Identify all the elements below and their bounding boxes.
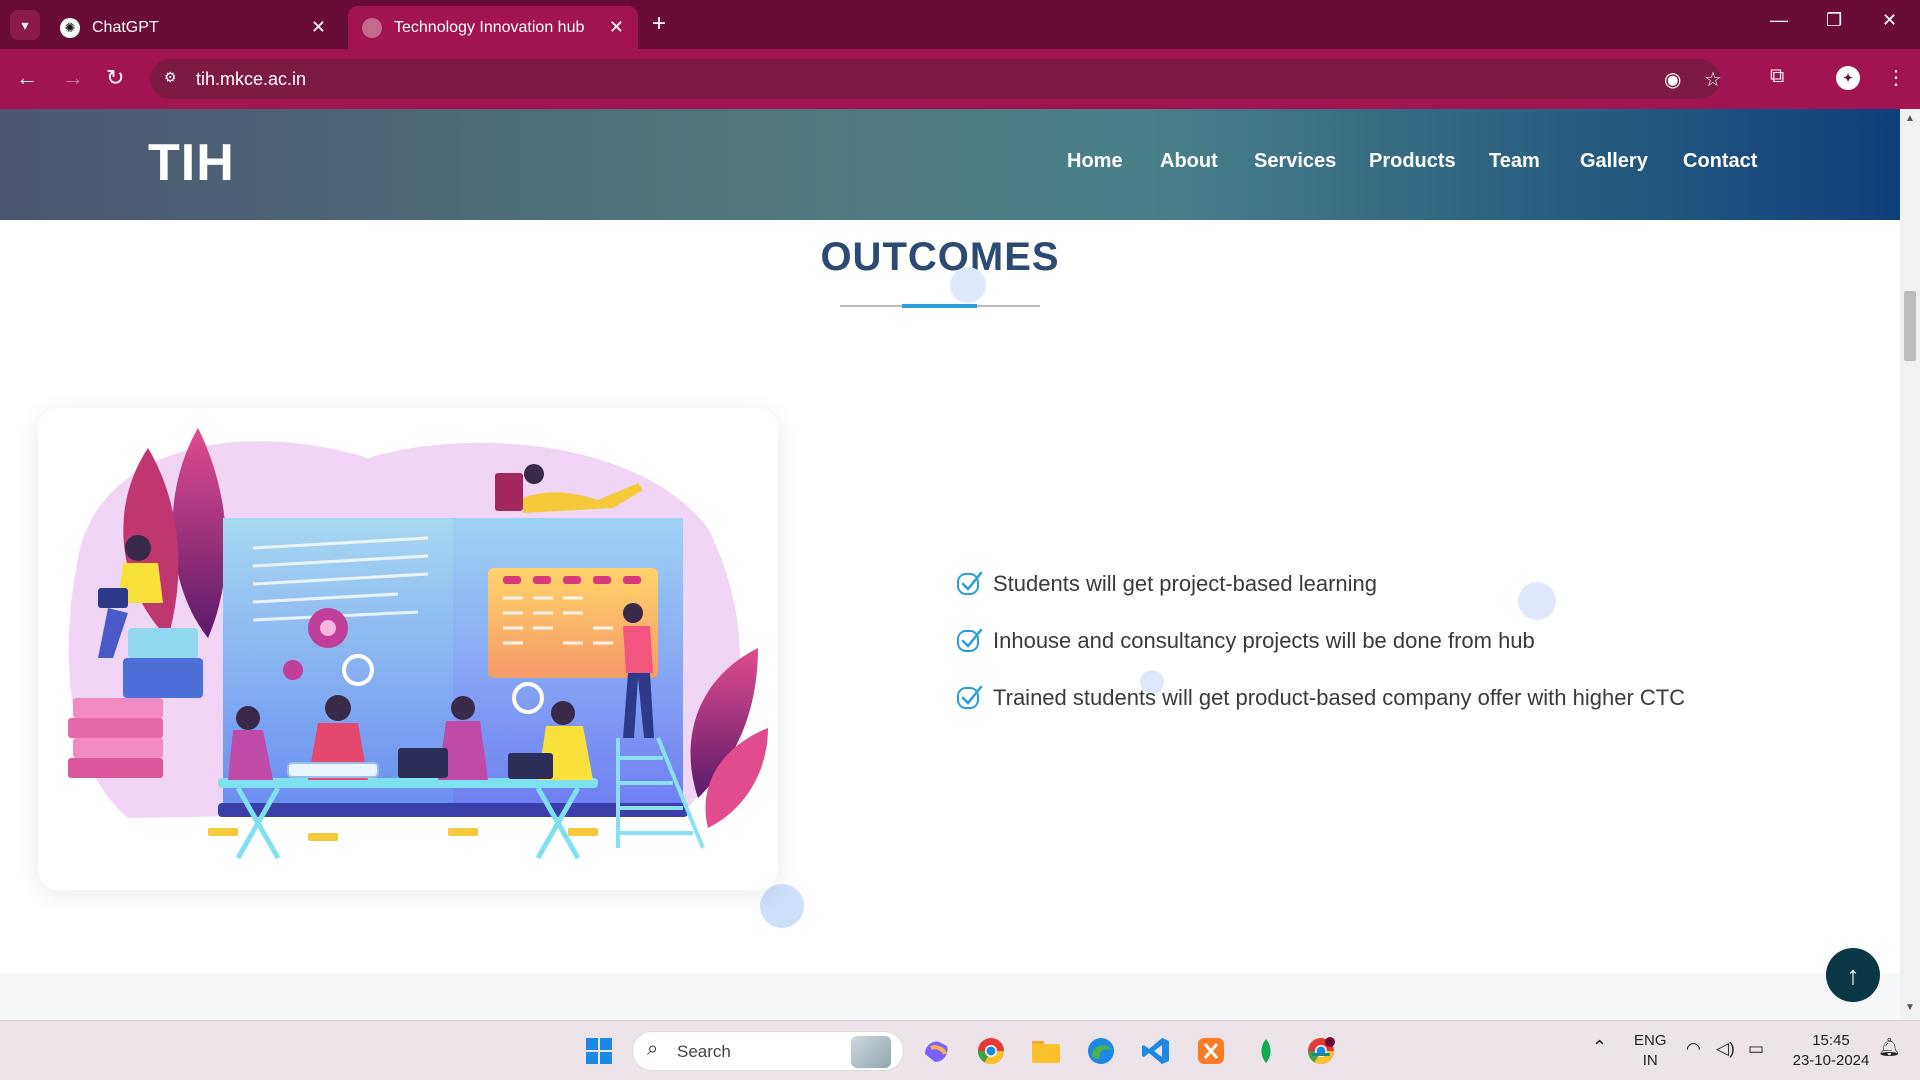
list-item: Trained students will get product-based … bbox=[955, 669, 1685, 726]
tab-title: ChatGPT bbox=[92, 18, 159, 36]
address-bar[interactable]: ⚙ tih.mkce.ac.in ◉ ☆ bbox=[150, 59, 1722, 99]
nav-products[interactable]: Products bbox=[1369, 150, 1456, 173]
search-highlight-icon bbox=[851, 1036, 891, 1068]
scrollbar-thumb[interactable] bbox=[1904, 291, 1916, 361]
site-logo[interactable]: TIH bbox=[148, 133, 235, 193]
close-tab-icon[interactable]: ✕ bbox=[609, 17, 624, 38]
xampp-icon[interactable] bbox=[1191, 1031, 1231, 1071]
title-underline-accent bbox=[902, 304, 977, 308]
tab-search-dropdown[interactable]: ▾ bbox=[10, 10, 40, 40]
site-info-icon[interactable]: ⚙ bbox=[164, 69, 184, 89]
restore-icon[interactable]: ❐ bbox=[1826, 10, 1842, 31]
close-tab-icon[interactable]: ✕ bbox=[311, 17, 326, 38]
new-tab-button[interactable]: + bbox=[652, 11, 666, 37]
close-window-icon[interactable]: ✕ bbox=[1882, 10, 1897, 31]
browser-toolbar: ← → ↻ ⚙ tih.mkce.ac.in ◉ ☆ ⧉ ⋮ bbox=[0, 49, 1920, 109]
forward-icon[interactable]: → bbox=[62, 65, 84, 91]
arrow-up-icon: ↑ bbox=[1846, 959, 1860, 990]
windows-start-icon[interactable] bbox=[579, 1031, 619, 1071]
chatgpt-favicon-icon: ✺ bbox=[60, 17, 80, 38]
mongodb-icon[interactable] bbox=[1246, 1031, 1286, 1071]
notification-bell-icon[interactable]: 🔔︎ bbox=[1878, 1037, 1901, 1057]
clock[interactable]: 15:45 23-10-2024 bbox=[1786, 1031, 1876, 1071]
url-text[interactable]: tih.mkce.ac.in bbox=[196, 69, 306, 90]
back-icon[interactable]: ← bbox=[16, 65, 38, 91]
region-text: IN bbox=[1642, 1052, 1658, 1069]
decorative-dot bbox=[760, 884, 804, 928]
scroll-to-top-button[interactable]: ↑ bbox=[1826, 948, 1880, 1002]
language-indicator[interactable]: ENG IN bbox=[1634, 1031, 1667, 1071]
check-icon bbox=[957, 628, 983, 652]
tab-chatgpt[interactable]: ✺ ChatGPT ✕ bbox=[46, 6, 340, 49]
chrome-icon[interactable] bbox=[971, 1031, 1011, 1071]
section-title: OUTCOMES bbox=[820, 235, 1060, 279]
copilot-icon[interactable] bbox=[916, 1031, 956, 1071]
outcomes-illustration-card bbox=[38, 408, 778, 890]
list-item: Students will get project-based learning bbox=[955, 555, 1685, 612]
windows-taskbar: ⌕ Search ⌃ ENG IN ◠ ◁) ▭ 15:45 23-10-202… bbox=[0, 1020, 1920, 1080]
file-explorer-icon[interactable] bbox=[1026, 1031, 1066, 1071]
battery-icon[interactable]: ▭ bbox=[1748, 1039, 1764, 1059]
chrome-profile-icon[interactable] bbox=[1301, 1031, 1341, 1071]
extensions-icon[interactable]: ⧉ bbox=[1770, 65, 1784, 88]
minimize-icon[interactable]: — bbox=[1770, 10, 1788, 31]
search-icon: ⌕ bbox=[647, 1038, 659, 1060]
team-learning-illustration bbox=[68, 428, 768, 860]
scroll-up-icon[interactable]: ▲ bbox=[1905, 113, 1915, 124]
outcome-text: Trained students will get product-based … bbox=[993, 684, 1686, 710]
wifi-icon[interactable]: ◠ bbox=[1686, 1039, 1701, 1059]
nav-home[interactable]: Home bbox=[1067, 150, 1123, 173]
nav-services[interactable]: Services bbox=[1254, 150, 1336, 173]
browser-tab-bar: ▾ ✺ ChatGPT ✕ Technology Innovation hub … bbox=[0, 0, 1920, 49]
edge-icon[interactable] bbox=[1081, 1031, 1121, 1071]
menu-icon[interactable]: ⋮ bbox=[1886, 65, 1906, 90]
clock-date: 23-10-2024 bbox=[1792, 1052, 1870, 1069]
tab-technology-innovation-hub[interactable]: Technology Innovation hub ✕ bbox=[348, 6, 638, 49]
vscode-icon[interactable] bbox=[1136, 1031, 1176, 1071]
nav-gallery[interactable]: Gallery bbox=[1580, 150, 1648, 173]
check-icon bbox=[957, 571, 983, 595]
page-viewport: TIH Home About Services Products Team Ga… bbox=[0, 109, 1900, 1020]
search-label: Search bbox=[677, 1042, 731, 1061]
scroll-down-icon[interactable]: ▼ bbox=[1905, 1002, 1915, 1013]
page-scrollbar[interactable]: ▲ ▼ bbox=[1900, 109, 1920, 1020]
profile-avatar[interactable]: ✦ bbox=[1836, 66, 1860, 90]
clock-time: 15:45 bbox=[1812, 1032, 1850, 1049]
tracking-protection-icon[interactable]: ◉ bbox=[1664, 67, 1681, 92]
outcome-text: Inhouse and consultancy projects will be… bbox=[993, 627, 1535, 653]
reload-icon[interactable]: ↻ bbox=[106, 65, 124, 91]
taskbar-search-box[interactable]: ⌕ Search bbox=[632, 1031, 904, 1071]
list-item: Inhouse and consultancy projects will be… bbox=[955, 612, 1685, 669]
decorative-dot bbox=[950, 267, 986, 303]
active-app-indicator bbox=[1312, 1053, 1330, 1056]
nav-contact[interactable]: Contact bbox=[1683, 150, 1757, 173]
next-section-band bbox=[0, 973, 1900, 1020]
outcomes-list: Students will get project-based learning… bbox=[955, 555, 1685, 726]
site-favicon-icon bbox=[362, 17, 382, 38]
show-hidden-icons-icon[interactable]: ⌃ bbox=[1592, 1037, 1607, 1057]
outcome-text: Students will get project-based learning bbox=[993, 570, 1378, 596]
nav-about[interactable]: About bbox=[1160, 150, 1218, 173]
volume-icon[interactable]: ◁) bbox=[1716, 1039, 1735, 1059]
nav-team[interactable]: Team bbox=[1489, 150, 1540, 173]
language-text: ENG bbox=[1634, 1032, 1667, 1049]
bookmark-star-icon[interactable]: ☆ bbox=[1704, 67, 1722, 92]
tab-title: Technology Innovation hub bbox=[394, 18, 585, 36]
check-icon bbox=[957, 685, 983, 709]
site-header: TIH Home About Services Products Team Ga… bbox=[0, 109, 1900, 220]
